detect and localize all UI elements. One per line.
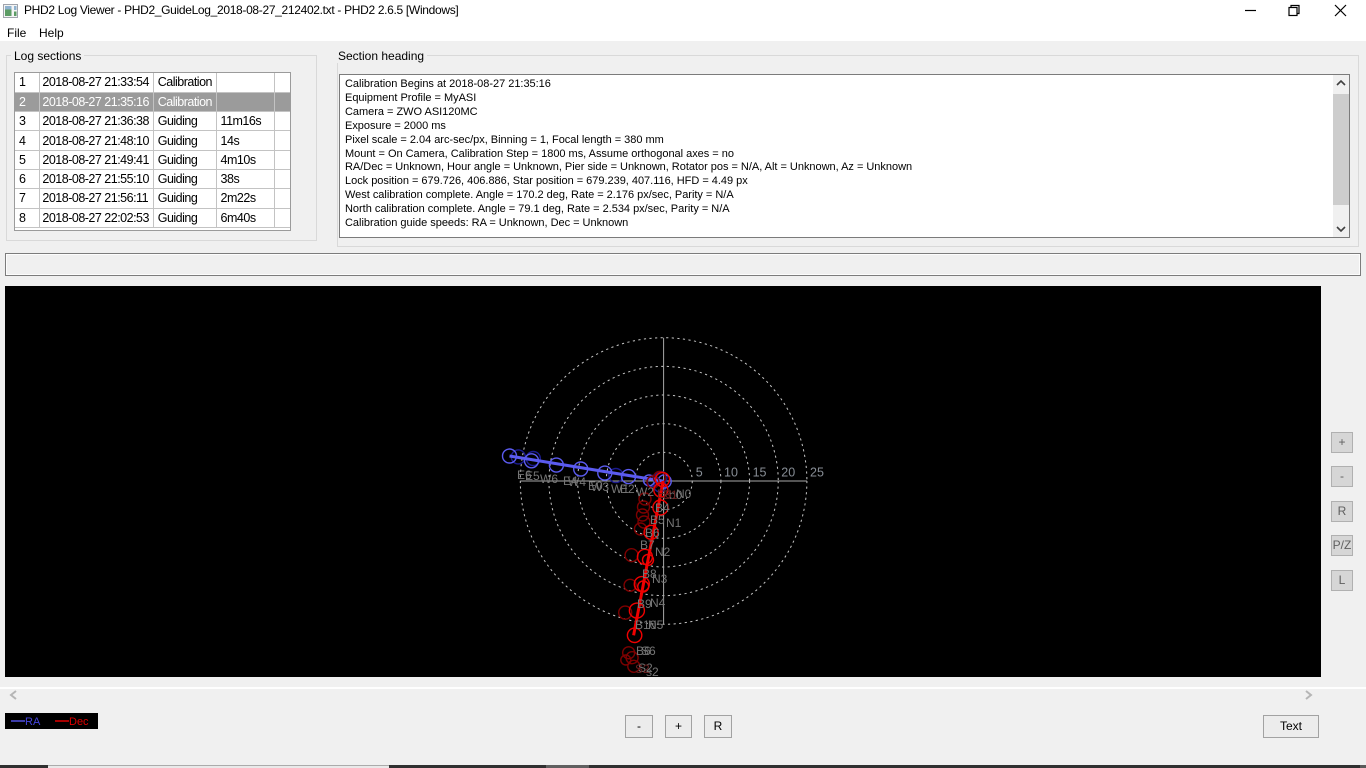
svg-text:N0: N0 — [676, 487, 692, 501]
svg-text:W4: W4 — [568, 475, 586, 489]
svg-text:B1: B1 — [663, 488, 678, 502]
svg-text:20: 20 — [781, 466, 795, 480]
svg-text:W3: W3 — [591, 480, 609, 494]
svg-text:B6: B6 — [636, 644, 651, 658]
svg-text:5: 5 — [696, 466, 703, 480]
svg-text:N5: N5 — [648, 618, 664, 632]
svg-text:B5: B5 — [650, 513, 665, 527]
svg-text:E2: E2 — [620, 482, 635, 496]
svg-text:W2: W2 — [636, 485, 654, 499]
svg-text:N3: N3 — [652, 572, 668, 586]
svg-text:E5: E5 — [525, 469, 540, 483]
svg-text:N4: N4 — [650, 596, 666, 610]
svg-text:B7: B7 — [640, 538, 655, 552]
svg-text:S2: S2 — [635, 662, 650, 676]
svg-text:25: 25 — [810, 466, 824, 480]
svg-text:N2: N2 — [655, 545, 671, 559]
svg-text:RA: RA — [25, 716, 41, 728]
svg-text:W6: W6 — [540, 472, 558, 486]
svg-text:15: 15 — [753, 466, 767, 480]
svg-text:Dec: Dec — [69, 716, 89, 728]
svg-text:10: 10 — [724, 466, 738, 480]
svg-text:N1: N1 — [666, 516, 682, 530]
